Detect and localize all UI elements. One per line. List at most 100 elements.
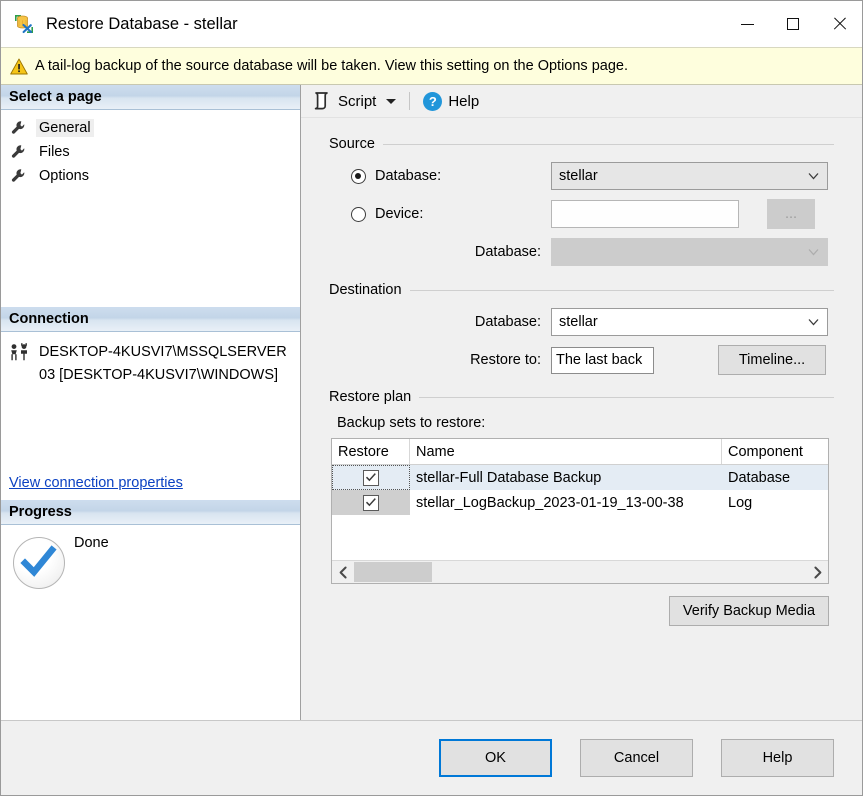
timeline-button[interactable]: Timeline...: [718, 345, 826, 375]
sidebar-item-files[interactable]: Files: [1, 140, 300, 164]
horizontal-scrollbar[interactable]: [332, 560, 828, 583]
backup-name-cell: stellar-Full Database Backup: [410, 465, 722, 490]
progress-panel: Done: [1, 525, 300, 720]
minimize-button[interactable]: [724, 2, 770, 47]
source-device-browse-button[interactable]: ...: [767, 199, 815, 229]
server-connection-icon: [9, 343, 31, 363]
backup-sets-grid[interactable]: Restore Name Component: [331, 438, 829, 584]
group-divider: [383, 144, 834, 145]
source-device-row: Device: ...: [329, 199, 834, 229]
sidebar-item-label: General: [36, 119, 94, 137]
dialog-body: Select a page General: [1, 85, 862, 720]
backup-name-cell: stellar_LogBackup_2023-01-19_13-00-38: [410, 490, 722, 515]
maximize-button[interactable]: [770, 2, 816, 47]
chevron-down-icon: [808, 172, 817, 181]
warning-message: A tail-log backup of the source database…: [35, 58, 628, 74]
chevron-right-icon[interactable]: [806, 561, 828, 583]
component-cell: Log: [722, 490, 828, 515]
source-device-input[interactable]: [551, 200, 739, 228]
group-divider: [410, 290, 834, 291]
chevron-down-icon: [808, 318, 817, 327]
page-toolbar: Script ? Help: [301, 85, 862, 118]
destination-group: Destination Database: stellar: [329, 282, 834, 375]
connection-string: DESKTOP-4KUSVI7\MSSQLSERVER03 [DESKTOP-4…: [39, 341, 289, 387]
source-database-label: Database:: [375, 168, 441, 184]
help-footer-button[interactable]: Help: [721, 739, 834, 777]
source-device-label: Device:: [375, 206, 423, 222]
dialog-footer: OK Cancel Help: [1, 720, 862, 795]
view-connection-properties-link[interactable]: View connection properties: [9, 475, 292, 494]
ok-button[interactable]: OK: [439, 739, 552, 777]
connection-header: Connection: [1, 307, 300, 332]
destination-restore-to-row: Restore to: The last back Timeline...: [329, 345, 834, 375]
general-page-content: Source Database: stellar: [301, 118, 862, 720]
column-header-restore[interactable]: Restore: [332, 439, 410, 464]
restore-checkbox-cell[interactable]: [332, 490, 410, 515]
verify-row: Verify Backup Media: [331, 596, 834, 626]
cancel-button[interactable]: Cancel: [580, 739, 693, 777]
minimize-icon: [741, 24, 754, 25]
restore-plan-group: Restore plan Backup sets to restore: Res…: [329, 389, 834, 626]
scrollbar-track[interactable]: [354, 561, 806, 583]
destination-group-header: Destination: [329, 282, 834, 298]
restore-checkbox[interactable]: [363, 470, 379, 486]
progress-status: Done: [74, 535, 109, 551]
source-database-combo[interactable]: stellar: [551, 162, 828, 190]
source-group: Source Database: stellar: [329, 136, 834, 266]
right-pane: Script ? Help Source: [301, 85, 862, 720]
column-header-name[interactable]: Name: [410, 439, 722, 464]
restore-plan-group-title: Restore plan: [329, 389, 411, 405]
grid-header-row: Restore Name Component: [332, 439, 828, 465]
help-question-icon: ?: [423, 92, 442, 111]
restore-to-value-box[interactable]: The last back: [551, 347, 654, 374]
source-database-row: Database: stellar: [329, 162, 834, 190]
close-button[interactable]: [816, 2, 862, 47]
source-device-database-row: Database:: [329, 238, 834, 266]
source-device-database-combo[interactable]: [551, 238, 828, 266]
restore-database-dialog: Restore Database - stellar A tail-log ba…: [0, 0, 863, 796]
source-database-value: stellar: [559, 168, 598, 184]
verify-backup-media-button[interactable]: Verify Backup Media: [669, 596, 829, 626]
help-button[interactable]: ? Help: [419, 88, 483, 114]
restore-plan-group-header: Restore plan: [329, 389, 834, 405]
restore-checkbox[interactable]: [363, 495, 379, 511]
source-group-header: Source: [329, 136, 834, 152]
title-bar[interactable]: Restore Database - stellar: [1, 1, 862, 47]
wrench-icon: [11, 144, 27, 160]
script-button[interactable]: Script: [309, 88, 400, 114]
destination-database-row: Database: stellar: [329, 308, 834, 336]
tail-log-warning-bar: A tail-log backup of the source database…: [1, 47, 862, 85]
source-device-radio[interactable]: Device:: [329, 206, 551, 222]
backup-sets-label: Backup sets to restore:: [337, 415, 834, 431]
radio-indicator: [351, 207, 366, 222]
restore-database-icon: [13, 13, 35, 35]
source-database-radio[interactable]: Database:: [329, 168, 551, 184]
close-icon: [832, 17, 846, 31]
help-label: Help: [448, 93, 479, 110]
restore-checkbox-cell[interactable]: [332, 465, 410, 490]
chevron-down-icon[interactable]: [386, 99, 396, 104]
destination-database-label: Database:: [329, 314, 551, 330]
left-pane: Select a page General: [1, 85, 301, 720]
connection-info: DESKTOP-4KUSVI7\MSSQLSERVER03 [DESKTOP-4…: [9, 341, 292, 387]
destination-group-title: Destination: [329, 282, 402, 298]
script-scroll-icon: [313, 92, 332, 110]
chevron-left-icon[interactable]: [332, 561, 354, 583]
maximize-icon: [787, 18, 799, 30]
source-device-database-label: Database:: [329, 244, 551, 260]
column-header-component[interactable]: Component: [722, 439, 828, 464]
script-label: Script: [338, 93, 376, 110]
table-row[interactable]: stellar_LogBackup_2023-01-19_13-00-38 Lo…: [332, 490, 828, 515]
destination-database-combo[interactable]: stellar: [551, 308, 828, 336]
table-row[interactable]: stellar-Full Database Backup Database: [332, 465, 828, 490]
connection-panel: DESKTOP-4KUSVI7\MSSQLSERVER03 [DESKTOP-4…: [1, 332, 300, 500]
sidebar-item-options[interactable]: Options: [1, 164, 300, 188]
scrollbar-thumb[interactable]: [354, 562, 432, 582]
page-list: General Files Opti: [1, 110, 300, 307]
destination-database-value: stellar: [559, 314, 598, 330]
warning-triangle-icon: [10, 58, 28, 75]
component-cell: Database: [722, 465, 828, 490]
group-divider: [419, 397, 834, 398]
chevron-down-icon: [808, 248, 817, 257]
sidebar-item-general[interactable]: General: [1, 116, 300, 140]
